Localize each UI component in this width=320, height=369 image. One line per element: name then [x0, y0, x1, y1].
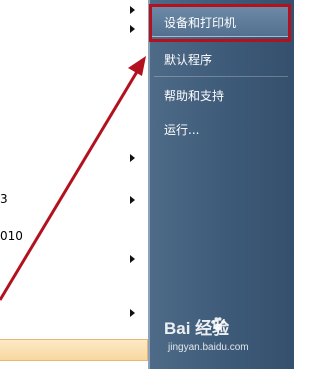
submenu-arrow-icon: [130, 154, 135, 162]
submenu-arrow-icon: [130, 309, 135, 317]
default-programs-label: 默认程序: [164, 53, 213, 67]
watermark-url: jingyan.baidu.com: [168, 342, 249, 353]
baidu-watermark: Bai 经验 jingyan.baidu.com: [148, 312, 294, 369]
submenu-arrow-icon: [130, 196, 135, 204]
run-label: 运行...: [164, 123, 200, 137]
separator: [154, 76, 288, 77]
start-menu-left-pane: 3 010: [0, 0, 148, 369]
help-and-support-item[interactable]: 帮助和支持: [148, 80, 294, 108]
submenu-arrow-icon: [130, 6, 135, 14]
program-item[interactable]: [0, 21, 148, 45]
submenu-arrow-icon: [130, 25, 135, 33]
program-item[interactable]: 010: [0, 227, 148, 263]
program-label: 010: [0, 229, 23, 243]
program-label: 3: [0, 192, 8, 206]
run-item[interactable]: 运行...: [148, 114, 294, 142]
submenu-arrow-icon: [130, 255, 135, 263]
all-programs-item[interactable]: [0, 339, 148, 361]
help-and-support-label: 帮助和支持: [164, 89, 225, 103]
devices-and-printers-item[interactable]: 设备和打印机: [148, 3, 294, 39]
program-item[interactable]: 3: [0, 190, 148, 214]
program-item[interactable]: [0, 303, 148, 327]
default-programs-item[interactable]: 默认程序: [148, 44, 294, 72]
paw-icon: [211, 317, 225, 331]
devices-and-printers-label: 设备和打印机: [164, 16, 237, 30]
